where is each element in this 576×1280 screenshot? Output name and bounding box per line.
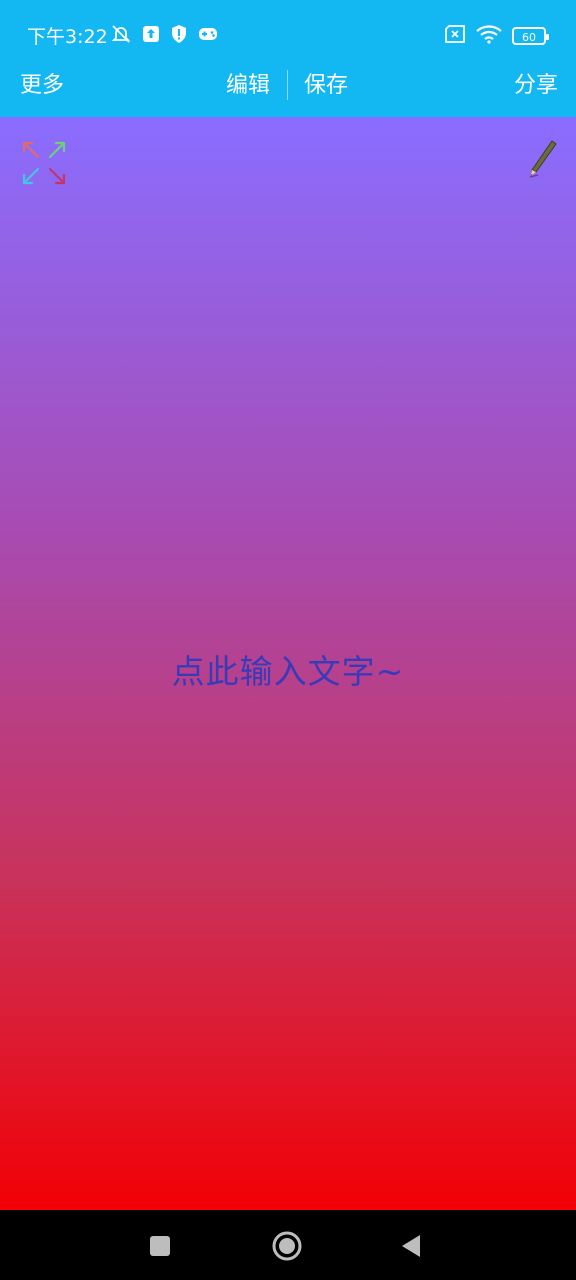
edit-button[interactable]: 编辑	[226, 72, 270, 100]
wifi-icon	[476, 24, 502, 48]
status-icons-left	[110, 24, 218, 48]
text-input-placeholder[interactable]: 点此输入文字~	[0, 645, 576, 693]
pencil-icon[interactable]	[528, 139, 558, 179]
home-button[interactable]	[271, 1230, 303, 1262]
share-button[interactable]: 分享	[514, 72, 558, 100]
save-button[interactable]: 保存	[304, 72, 348, 100]
square-icon	[150, 1236, 170, 1256]
back-button[interactable]	[396, 1230, 428, 1262]
shield-alert-icon	[170, 24, 188, 48]
status-bar: 下午3:22 60	[0, 0, 576, 70]
recent-apps-button[interactable]	[144, 1230, 176, 1262]
top-toolbar: 更多 编辑 保存 分享	[0, 70, 576, 117]
battery-icon: 60	[512, 27, 549, 45]
system-nav-bar	[0, 1210, 576, 1280]
status-icons-right: 60	[444, 24, 549, 48]
upload-icon	[142, 25, 160, 47]
fullscreen-expand-icon[interactable]	[20, 139, 68, 187]
back-triangle-icon	[402, 1235, 420, 1257]
status-time: 下午3:22	[27, 26, 108, 48]
gamepad-icon	[198, 26, 218, 46]
circle-home-icon	[272, 1231, 302, 1261]
gradient-canvas[interactable]: 点此输入文字~	[0, 117, 576, 1210]
mute-bell-icon	[110, 23, 132, 49]
sim-disabled-icon	[444, 25, 466, 47]
more-button[interactable]: 更多	[20, 72, 64, 100]
toolbar-divider	[287, 70, 288, 100]
